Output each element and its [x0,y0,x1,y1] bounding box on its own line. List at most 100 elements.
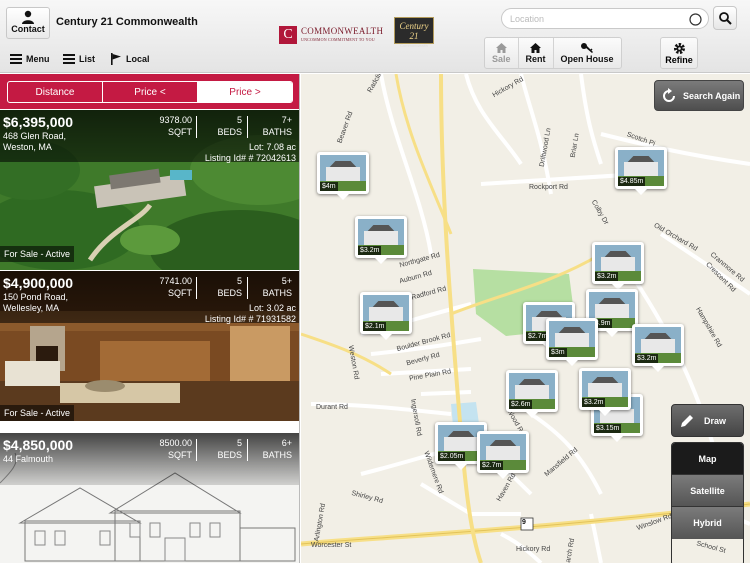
refresh-icon [663,87,675,102]
hamburger-icon [10,54,22,64]
map-pin[interactable]: $2.6m [506,370,558,418]
map-pin[interactable]: $4.85m [615,147,667,195]
map-type-satellite-button[interactable]: Satellite [672,475,743,507]
mode-rent-button[interactable]: Rent [519,38,554,68]
key-icon [581,43,594,53]
listing-price: $4,900,000 [3,275,74,291]
road-label: Worcester St [311,542,352,549]
local-button[interactable]: Local [106,48,154,70]
sort-price-desc-button[interactable]: Price > [198,82,292,102]
logo-mark: C [279,26,297,44]
listing-sqft: 8500.00 SQFT [159,438,192,460]
road-label: Durant Rd [316,404,348,411]
listing-card[interactable]: $4,900,000 150 Pond Road, Wellesley, MA … [0,271,299,421]
mode-sale-button[interactable]: Sale [485,38,519,68]
flag-icon [111,53,121,65]
listing-info-overlay: $6,395,000 468 Glen Road, Weston, MA 937… [0,110,299,163]
c21-logo-top: Century 21 [399,21,429,41]
house-icon [530,43,542,53]
list-button[interactable]: List [59,48,99,70]
c21-logo-bottom: Commonwealth [400,43,428,48]
refine-label: Refine [665,54,693,65]
location-placeholder: Location [510,14,545,24]
mode-open-house-button[interactable]: Open House [554,38,621,68]
listing-card[interactable]: $6,395,000 468 Glen Road, Weston, MA 937… [0,110,299,270]
person-icon [22,10,34,24]
mode-rent-label: Rent [525,54,546,64]
listing-sqft: 9378.00 SQFT [159,115,192,137]
list-label: List [79,54,96,64]
office-name: Century 21 Commonwealth [56,16,198,28]
sort-segmented-control: Distance Price < Price > [7,81,293,103]
list-icon [63,54,75,64]
menu-label: Menu [26,54,50,64]
map-pin[interactable]: $3.2m [355,216,407,264]
menu-button[interactable]: Menu [6,48,54,70]
commonwealth-logo: C COMMONWEALTH UNCOMMON COMMITMENT TO YO… [279,26,391,44]
sort-price-asc-button[interactable]: Price < [103,82,198,102]
stat-divider [247,277,248,299]
listing-info-overlay: $4,850,000 44 Falmouth 8500.00 SQFT 5 BEDS… [0,433,299,485]
listing-baths: 5+ BATHS [262,276,292,298]
listing-id: Listing Id# # 71931582 [204,314,296,324]
map-pin[interactable]: $3.2m [592,242,644,290]
compass-icon[interactable] [689,13,702,26]
listing-card[interactable]: $4,850,000 44 Falmouth 8500.00 SQFT 5 BEDS… [0,433,299,563]
contact-button[interactable]: Contact [6,7,50,39]
gear-icon [673,42,685,54]
listing-status: For Sale - Active [0,405,75,421]
map-type-hybrid-button[interactable]: Hybrid [672,507,743,539]
house-icon [495,43,507,53]
mode-sale-label: Sale [492,54,511,64]
map-type-map-button[interactable]: Map [672,443,743,475]
draw-label: Draw [704,415,727,426]
listing-panel: Distance Price < Price > $6,395,000 468 … [0,74,300,563]
listing-address: 468 Glen Road, [3,131,67,141]
listing-lot: Lot: 3.02 ac [248,303,296,313]
listing-price: $6,395,000 [3,114,74,130]
century21-logo: Century 21 Commonwealth [394,17,434,48]
header-bar: Contact Century 21 Commonwealth Menu Lis… [0,0,750,73]
logo-name: COMMONWEALTH [301,26,384,36]
listing-id: Listing Id# # 72042613 [204,153,296,163]
contact-label: Contact [11,24,45,34]
local-label: Local [126,54,150,64]
listing-beds: 5 BEDS [217,438,242,460]
listing-mode-toggle: Sale Rent Open House [484,37,622,69]
listing-city: Weston, MA [3,142,52,152]
draw-button[interactable]: Draw [671,404,744,437]
listing-address: 44 Falmouth [3,454,54,464]
app: Contact Century 21 Commonwealth Menu Lis… [0,0,750,563]
listing-status: For Sale - Active [0,246,75,262]
search-again-label: Search Again [683,90,741,101]
map-pin[interactable]: $4m [317,152,369,200]
route-shield: 9 [522,519,526,526]
pencil-icon [681,414,693,427]
road-label: Rockport Rd [529,184,568,191]
map-pin[interactable]: $3.2m [579,368,631,416]
map-type-selector: Map Satellite Hybrid [671,442,744,563]
road-label: Hickory Rd [516,546,551,553]
map-view[interactable]: 9 Radcliff Rd Hickory Rd Scotch Pi Beave… [301,74,750,563]
map-pin[interactable]: $2.1m [360,292,412,340]
search-button[interactable] [713,6,737,30]
listing-beds: 5 BEDS [217,276,242,298]
map-pin[interactable]: $3.2m [632,324,684,372]
stat-divider [196,116,197,138]
sort-distance-button[interactable]: Distance [8,82,103,102]
map-pin[interactable]: $3m [546,318,598,366]
refine-button[interactable]: Refine [660,37,698,69]
map-pin[interactable]: $2.7m [477,431,529,479]
stat-divider [196,439,197,461]
listing-address: 150 Pond Road, [3,292,69,302]
stat-divider [247,439,248,461]
sort-bar: Distance Price < Price > [0,74,299,109]
mode-open-house-label: Open House [560,54,614,64]
search-icon [718,11,732,25]
location-input[interactable]: Location [501,8,709,29]
listing-beds: 5 BEDS [217,115,242,137]
stat-divider [247,116,248,138]
listing-baths: 6+ BATHS [262,438,292,460]
search-again-button[interactable]: Search Again [654,80,744,111]
stat-divider [196,277,197,299]
